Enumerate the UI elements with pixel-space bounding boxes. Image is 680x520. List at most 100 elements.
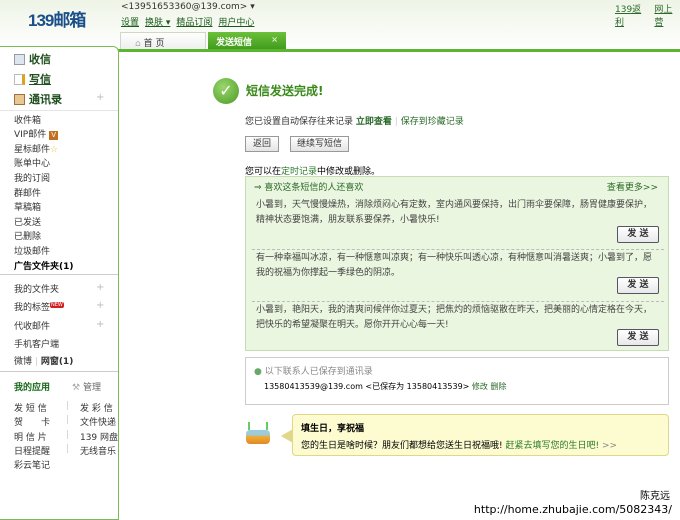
sidebar-inbox[interactable]: 收信 (14, 51, 51, 67)
apps-row: 明 信 片 | 139 网盘 (14, 430, 119, 443)
new-badge: NEW (50, 302, 64, 308)
folder-bills[interactable]: 账单中心 (14, 156, 50, 169)
header (0, 0, 680, 50)
my-tags[interactable]: 我的标签NEW (14, 300, 64, 313)
app-card[interactable]: 贺 卡 (14, 415, 66, 428)
apps-row: 彩云笔记 (14, 458, 66, 471)
manage-link[interactable]: ⚒ 管理 (72, 380, 101, 393)
mobile-client[interactable]: 手机客户端 (14, 337, 59, 350)
send-button[interactable]: 发 送 (617, 329, 659, 346)
fill-birthday-link[interactable]: 赶紧去填写您的生日吧! (505, 441, 599, 451)
divider (0, 371, 118, 372)
folder-inbox[interactable]: 收件箱 (14, 113, 41, 126)
saved-contacts-box: ● 以下联系人已保存到通讯录 13580413539@139.com <已保存为… (245, 357, 669, 405)
separator: | (394, 117, 398, 127)
success-check-icon: ✓ (213, 78, 239, 104)
apps-row: 日程提醒 | 无线音乐 (14, 444, 117, 457)
send-button[interactable]: 发 送 (617, 226, 659, 243)
app-music[interactable]: 无线音乐 (80, 444, 116, 457)
folder-spam[interactable]: 垃圾邮件 (14, 244, 50, 257)
label: 星标邮件 (14, 145, 51, 155)
folder-starred[interactable]: 星标邮件☆ (14, 142, 58, 155)
divider (0, 110, 118, 111)
sms-template: 小暑到，艳阳天，我的清爽问候伴你过夏天；把焦灼的烦恼驱散在昨天，把美丽的心情定格… (256, 305, 653, 330)
app-notes[interactable]: 彩云笔记 (14, 458, 66, 471)
lattice-link[interactable]: 网窗(1) (41, 357, 74, 367)
logo[interactable]: 139邮箱 (28, 6, 86, 31)
vip-icon: V (49, 131, 59, 140)
label: 管理 (82, 383, 101, 393)
app-mms[interactable]: 发 彩 信 (80, 401, 113, 414)
folder-ads[interactable]: 广告文件夹(1) (14, 259, 74, 272)
folder-group-mail[interactable]: 群邮件 (14, 186, 41, 199)
birthday-text: 您的生日是啥时候？朋友们都想给您送生日祝福哦! 赶紧去填写您的生日吧! >> (301, 438, 617, 451)
rebate-link[interactable]: 139返利 (615, 2, 648, 28)
apps-row: 贺 卡 | 文件快递 (14, 415, 117, 428)
divider (252, 301, 664, 302)
inbox-icon (14, 53, 25, 65)
label: 以下联系人已保存到通讯录 (264, 367, 373, 377)
see-more-link[interactable]: 查看更多>> (607, 180, 658, 193)
contact-text: 13580413539@139.com <已保存为 13580413539> (264, 382, 470, 391)
settings-link[interactable]: 设置 (121, 15, 139, 28)
saved-contact-row: 13580413539@139.com <已保存为 13580413539> 修… (264, 381, 506, 392)
tab-label: 发送短信 (216, 38, 253, 48)
add-contact-icon[interactable]: + (96, 92, 104, 103)
app-calendar[interactable]: 日程提醒 (14, 444, 66, 457)
separator: | (34, 357, 38, 367)
birthday-prompt: 填生日，享祝福 您的生日是啥时候？朋友们都想给您送生日祝福哦! 赶紧去填写您的生… (281, 414, 669, 456)
sidebar-contacts[interactable]: 通讯录 (14, 91, 62, 107)
arrow-link[interactable]: >> (602, 441, 617, 451)
label: 写信 (29, 73, 51, 86)
tab-label: 首 页 (143, 39, 165, 49)
edit-link[interactable]: 修改 (472, 382, 488, 391)
pencil-icon (14, 73, 25, 85)
subscription-link[interactable]: 精品订阅 (176, 15, 212, 28)
tab-home[interactable]: ⌂ 首 页 (120, 32, 206, 50)
delete-link[interactable]: 删除 (490, 382, 506, 391)
contacts-icon (14, 93, 25, 105)
view-now-link[interactable]: 立即查看 (356, 117, 392, 127)
label: VIP邮件 (14, 130, 47, 140)
folder-vip[interactable]: VIP邮件 V (14, 127, 59, 140)
add-folder-icon[interactable]: + (96, 282, 104, 293)
page-title: 短信发送完成! (246, 84, 324, 98)
bullet-icon: ● (254, 367, 262, 377)
app-postcard[interactable]: 明 信 片 (14, 430, 66, 443)
app-file-express[interactable]: 文件快递 (80, 415, 116, 428)
sms-template: 有一种幸福叫冰凉，有一种惬意叫凉爽；有一种快乐叫透心凉，有种惬意叫消暑送爽；小暑… (256, 253, 653, 278)
label: 通讯录 (29, 93, 62, 106)
weibo-row: 微博 | 网窗(1) (14, 354, 73, 367)
folder-sent[interactable]: 已发送 (14, 215, 41, 228)
my-folders[interactable]: 我的文件夹 (14, 282, 59, 295)
label: 您的生日是啥时候？朋友们都想给您送生日祝福哦! (301, 441, 503, 451)
label: 您已设置自动保存往来记录 (245, 117, 354, 127)
close-icon[interactable]: × (271, 35, 278, 44)
account-email-dropdown[interactable]: <13951653360@139.com> ▾ (121, 2, 255, 12)
pop-mail[interactable]: 代收邮件 (14, 319, 50, 332)
watermark-name: 陈克远 (640, 491, 670, 502)
autosave-notice: 您已设置自动保存往来记录 立即查看 | 保存到珍藏记录 (245, 114, 464, 127)
continue-sms-button[interactable]: 继续写短信 (290, 136, 349, 152)
wrench-icon: ⚒ (72, 383, 81, 393)
weibo-link[interactable]: 微博 (14, 357, 32, 367)
add-tag-icon[interactable]: + (96, 300, 104, 311)
sidebar-compose[interactable]: 写信 (14, 71, 51, 87)
folder-deleted[interactable]: 已删除 (14, 229, 41, 242)
app-sms[interactable]: 发 短 信 (14, 401, 66, 414)
send-button[interactable]: 发 送 (617, 277, 659, 294)
recommendation-box: ⇒ 喜欢这条短信的人还喜欢 查看更多>> 小暑到，天气慢慢燥热，消除烦闷心有定数… (245, 176, 669, 351)
divider (252, 249, 664, 250)
save-treasure-link[interactable]: 保存到珍藏记录 (401, 117, 464, 127)
label: 收信 (29, 53, 51, 66)
folder-drafts[interactable]: 草稿箱 (14, 200, 41, 213)
skin-link[interactable]: 换肤 ▾ (145, 15, 170, 28)
back-button[interactable]: 返回 (245, 136, 279, 152)
app-disk[interactable]: 139 网盘 (80, 430, 118, 443)
folder-subscriptions[interactable]: 我的订阅 (14, 171, 50, 184)
online-link[interactable]: 网上营 (654, 2, 680, 28)
add-pop-icon[interactable]: + (96, 319, 104, 330)
my-apps-title: 我的应用 (14, 383, 51, 393)
user-center-link[interactable]: 用户中心 (218, 15, 254, 28)
tab-send-sms[interactable]: 发送短信 × (208, 32, 286, 50)
